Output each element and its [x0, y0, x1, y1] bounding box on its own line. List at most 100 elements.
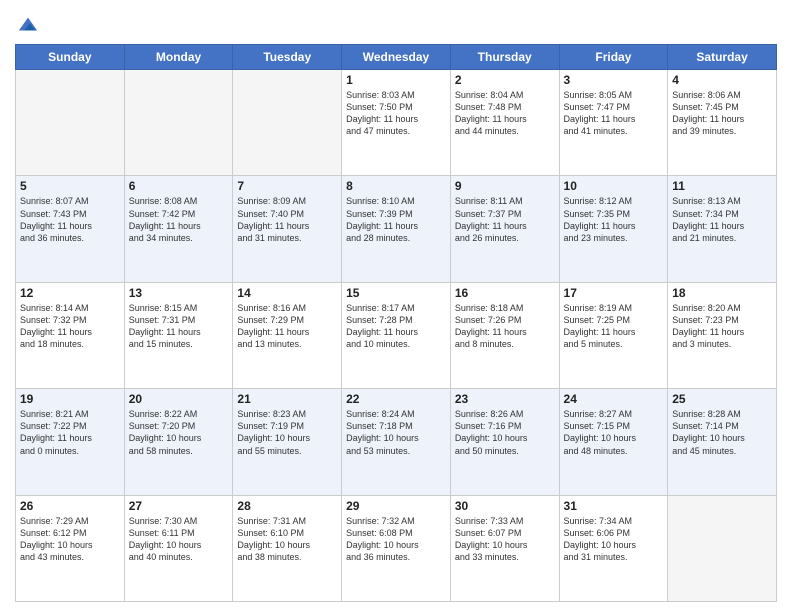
cell-info: Sunrise: 8:17 AM Sunset: 7:28 PM Dayligh…: [346, 302, 446, 351]
cell-info: Sunrise: 8:03 AM Sunset: 7:50 PM Dayligh…: [346, 89, 446, 138]
cell-info: Sunrise: 8:28 AM Sunset: 7:14 PM Dayligh…: [672, 408, 772, 457]
page: SundayMondayTuesdayWednesdayThursdayFrid…: [0, 0, 792, 612]
cell-info: Sunrise: 7:30 AM Sunset: 6:11 PM Dayligh…: [129, 515, 229, 564]
header: [15, 10, 777, 36]
calendar-cell: 28 Sunrise: 7:31 AM Sunset: 6:10 PM Dayli…: [233, 495, 342, 601]
cell-info: Sunrise: 8:27 AM Sunset: 7:15 PM Dayligh…: [564, 408, 664, 457]
day-number: 11: [672, 179, 772, 193]
calendar-cell: 27 Sunrise: 7:30 AM Sunset: 6:11 PM Dayli…: [124, 495, 233, 601]
day-number: 31: [564, 499, 664, 513]
cell-info: Sunrise: 8:23 AM Sunset: 7:19 PM Dayligh…: [237, 408, 337, 457]
calendar-cell: 12Sunrise: 8:14 AM Sunset: 7:32 PM Dayli…: [16, 282, 125, 388]
calendar-cell: 7 Sunrise: 8:09 AM Sunset: 7:40 PM Daylig…: [233, 176, 342, 282]
cell-info: Sunrise: 7:32 AM Sunset: 6:08 PM Dayligh…: [346, 515, 446, 564]
day-number: 10: [564, 179, 664, 193]
day-number: 8: [346, 179, 446, 193]
day-number: 23: [455, 392, 555, 406]
cell-info: Sunrise: 8:11 AM Sunset: 7:37 PM Dayligh…: [455, 195, 555, 244]
cell-info: Sunrise: 8:07 AM Sunset: 7:43 PM Dayligh…: [20, 195, 120, 244]
cell-info: Sunrise: 8:12 AM Sunset: 7:35 PM Dayligh…: [564, 195, 664, 244]
dow-header-wednesday: Wednesday: [342, 45, 451, 70]
cell-info: Sunrise: 7:33 AM Sunset: 6:07 PM Dayligh…: [455, 515, 555, 564]
day-number: 29: [346, 499, 446, 513]
calendar-cell: 4 Sunrise: 8:06 AM Sunset: 7:45 PM Daylig…: [668, 70, 777, 176]
calendar-cell: [16, 70, 125, 176]
calendar-cell: 6 Sunrise: 8:08 AM Sunset: 7:42 PM Daylig…: [124, 176, 233, 282]
cell-info: Sunrise: 8:20 AM Sunset: 7:23 PM Dayligh…: [672, 302, 772, 351]
calendar-cell: 19 Sunrise: 8:21 AM Sunset: 7:22 PM Dayli…: [16, 389, 125, 495]
day-number: 25: [672, 392, 772, 406]
dow-header-sunday: Sunday: [16, 45, 125, 70]
day-number: 17: [564, 286, 664, 300]
cell-info: Sunrise: 8:22 AM Sunset: 7:20 PM Dayligh…: [129, 408, 229, 457]
cell-info: Sunrise: 8:10 AM Sunset: 7:39 PM Dayligh…: [346, 195, 446, 244]
calendar-cell: 2 Sunrise: 8:04 AM Sunset: 7:48 PM Daylig…: [450, 70, 559, 176]
calendar-cell: 25 Sunrise: 8:28 AM Sunset: 7:14 PM Dayli…: [668, 389, 777, 495]
day-number: 22: [346, 392, 446, 406]
day-number: 9: [455, 179, 555, 193]
cell-info: Sunrise: 8:24 AM Sunset: 7:18 PM Dayligh…: [346, 408, 446, 457]
day-number: 3: [564, 73, 664, 87]
cell-info: Sunrise: 8:08 AM Sunset: 7:42 PM Dayligh…: [129, 195, 229, 244]
calendar-cell: 17 Sunrise: 8:19 AM Sunset: 7:25 PM Dayli…: [559, 282, 668, 388]
calendar-cell: 31 Sunrise: 7:34 AM Sunset: 6:06 PM Dayli…: [559, 495, 668, 601]
day-number: 1: [346, 73, 446, 87]
day-number: 7: [237, 179, 337, 193]
day-number: 2: [455, 73, 555, 87]
day-number: 18: [672, 286, 772, 300]
day-number: 21: [237, 392, 337, 406]
calendar-cell: 8 Sunrise: 8:10 AM Sunset: 7:39 PM Daylig…: [342, 176, 451, 282]
day-number: 28: [237, 499, 337, 513]
calendar-cell: [124, 70, 233, 176]
logo-icon: [17, 14, 39, 36]
dow-header-monday: Monday: [124, 45, 233, 70]
calendar-cell: 1 Sunrise: 8:03 AM Sunset: 7:50 PM Daylig…: [342, 70, 451, 176]
cell-info: Sunrise: 8:15 AM Sunset: 7:31 PM Dayligh…: [129, 302, 229, 351]
day-number: 27: [129, 499, 229, 513]
day-number: 19: [20, 392, 120, 406]
logo: [15, 14, 39, 36]
calendar-cell: 9 Sunrise: 8:11 AM Sunset: 7:37 PM Daylig…: [450, 176, 559, 282]
calendar-cell: 20 Sunrise: 8:22 AM Sunset: 7:20 PM Dayli…: [124, 389, 233, 495]
day-number: 24: [564, 392, 664, 406]
calendar-cell: 13 Sunrise: 8:15 AM Sunset: 7:31 PM Dayli…: [124, 282, 233, 388]
calendar-cell: 11 Sunrise: 8:13 AM Sunset: 7:34 PM Dayli…: [668, 176, 777, 282]
calendar-cell: 22 Sunrise: 8:24 AM Sunset: 7:18 PM Dayli…: [342, 389, 451, 495]
calendar-cell: [233, 70, 342, 176]
day-number: 20: [129, 392, 229, 406]
day-number: 4: [672, 73, 772, 87]
cell-info: Sunrise: 8:06 AM Sunset: 7:45 PM Dayligh…: [672, 89, 772, 138]
day-number: 15: [346, 286, 446, 300]
cell-info: Sunrise: 8:09 AM Sunset: 7:40 PM Dayligh…: [237, 195, 337, 244]
calendar-cell: 23 Sunrise: 8:26 AM Sunset: 7:16 PM Dayli…: [450, 389, 559, 495]
cell-info: Sunrise: 8:13 AM Sunset: 7:34 PM Dayligh…: [672, 195, 772, 244]
calendar-cell: 3 Sunrise: 8:05 AM Sunset: 7:47 PM Daylig…: [559, 70, 668, 176]
cell-info: Sunrise: 8:26 AM Sunset: 7:16 PM Dayligh…: [455, 408, 555, 457]
calendar-cell: 16 Sunrise: 8:18 AM Sunset: 7:26 PM Dayli…: [450, 282, 559, 388]
calendar-cell: 29 Sunrise: 7:32 AM Sunset: 6:08 PM Dayli…: [342, 495, 451, 601]
day-number: 14: [237, 286, 337, 300]
dow-header-saturday: Saturday: [668, 45, 777, 70]
calendar-cell: [668, 495, 777, 601]
calendar-cell: 5 Sunrise: 8:07 AM Sunset: 7:43 PM Daylig…: [16, 176, 125, 282]
cell-info: Sunrise: 7:34 AM Sunset: 6:06 PM Dayligh…: [564, 515, 664, 564]
calendar-cell: 18 Sunrise: 8:20 AM Sunset: 7:23 PM Dayli…: [668, 282, 777, 388]
calendar-cell: 14 Sunrise: 8:16 AM Sunset: 7:29 PM Dayli…: [233, 282, 342, 388]
cell-info: Sunrise: 8:21 AM Sunset: 7:22 PM Dayligh…: [20, 408, 120, 457]
day-number: 30: [455, 499, 555, 513]
day-number: 6: [129, 179, 229, 193]
calendar-cell: 26Sunrise: 7:29 AM Sunset: 6:12 PM Dayli…: [16, 495, 125, 601]
cell-info: Sunrise: 8:18 AM Sunset: 7:26 PM Dayligh…: [455, 302, 555, 351]
cell-info: Sunrise: 8:04 AM Sunset: 7:48 PM Dayligh…: [455, 89, 555, 138]
day-number: 26: [20, 499, 120, 513]
calendar-cell: 15 Sunrise: 8:17 AM Sunset: 7:28 PM Dayli…: [342, 282, 451, 388]
day-number: 5: [20, 179, 120, 193]
day-number: 16: [455, 286, 555, 300]
calendar-table: SundayMondayTuesdayWednesdayThursdayFrid…: [15, 44, 777, 602]
cell-info: Sunrise: 8:16 AM Sunset: 7:29 PM Dayligh…: [237, 302, 337, 351]
cell-info: Sunrise: 7:31 AM Sunset: 6:10 PM Dayligh…: [237, 515, 337, 564]
cell-info: Sunrise: 8:05 AM Sunset: 7:47 PM Dayligh…: [564, 89, 664, 138]
cell-info: Sunrise: 8:14 AM Sunset: 7:32 PM Dayligh…: [20, 302, 120, 351]
day-number: 13: [129, 286, 229, 300]
cell-info: Sunrise: 8:19 AM Sunset: 7:25 PM Dayligh…: [564, 302, 664, 351]
